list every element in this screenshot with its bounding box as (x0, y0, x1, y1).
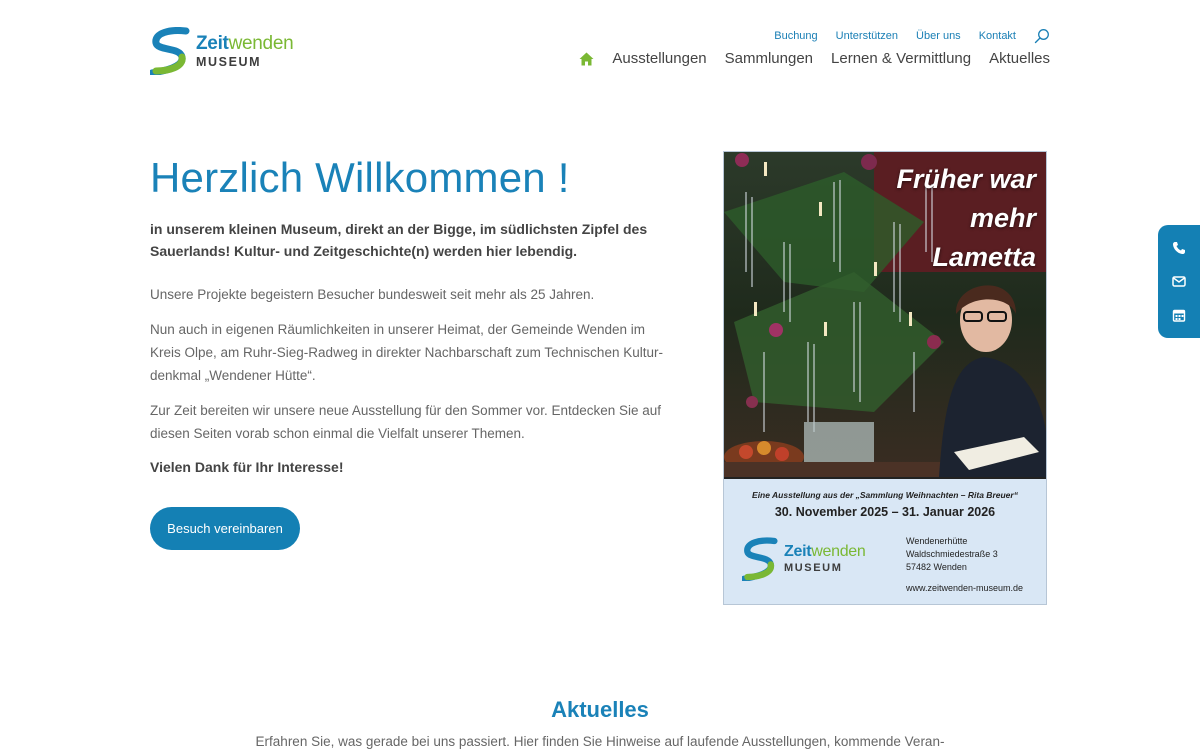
logo-word-part2: wenden (228, 32, 294, 54)
poster-address: Wendenerhütte Waldschmiedestraße 3 57482… (906, 535, 998, 574)
intro-paragraph-1: Unsere Projekte begeistern Besucher bund… (150, 287, 595, 302)
topbar-link-buchung[interactable]: Buchung (774, 30, 817, 42)
utility-nav: Buchung Unterstützen Über uns Kontakt (774, 28, 1050, 44)
poster-info-panel: Eine Ausstellung aus der „Sammlung Weihn… (724, 477, 1046, 604)
mail-icon[interactable] (1172, 274, 1186, 288)
topbar-link-ueber-uns[interactable]: Über uns (916, 30, 961, 42)
poster-dates: 30. November 2025 – 31. Januar 2026 (774, 505, 996, 519)
logo-subtitle: MUSEUM (196, 54, 262, 69)
phone-icon[interactable] (1172, 241, 1186, 255)
poster-logo-word-part1: Zeit (784, 543, 812, 560)
intro-paragraph-3: Zur Zeit bereiten wir unsere neue Ausste… (150, 403, 662, 441)
search-icon[interactable] (1034, 28, 1050, 44)
logo-word-part1: Zeit (196, 32, 229, 54)
floating-contact-bar (1158, 225, 1200, 338)
nav-item-aktuelles[interactable]: Aktuelles (989, 50, 1050, 67)
poster-logo-swoosh-icon (742, 537, 778, 581)
poster-subtitle: Eine Ausstellung aus der „Sammlung Weihn… (752, 490, 1018, 500)
home-icon[interactable] (579, 52, 594, 66)
topbar-link-unterstuetzen[interactable]: Unterstützen (836, 30, 898, 42)
main-nav: Ausstellungen Sammlungen Lernen & Vermit… (579, 50, 1050, 67)
poster-address-line-1: Wendenerhütte (906, 536, 968, 546)
nav-item-lernen-vermittlung[interactable]: Lernen & Vermittlung (831, 50, 971, 67)
poster-url: www.zeitwenden-museum.de (906, 583, 1024, 593)
thanks-text: Vielen Dank für Ihr Interesse! (150, 459, 344, 475)
section-title-aktuelles: Aktuelles (551, 697, 649, 722)
intro-paragraph-2: Nun auch in eigenen Räumlichkeiten in un… (150, 322, 663, 383)
exhibition-poster[interactable]: Früher war mehr Lametta Eine Ausstellung… (723, 151, 1047, 605)
poster-address-line-3: 57482 Wenden (906, 562, 967, 572)
section-intro-text: Erfahren Sie, was gerade bei uns passier… (255, 734, 945, 749)
book-visit-button[interactable]: Besuch vereinbaren (150, 507, 300, 550)
poster-logo-word-part2: wenden (811, 543, 866, 560)
poster-logo: Zeitwenden MUSEUM (742, 537, 866, 581)
logo-swoosh-icon (150, 27, 190, 75)
site-logo[interactable]: Zeitwenden MUSEUM (150, 26, 310, 76)
nav-item-ausstellungen[interactable]: Ausstellungen (612, 50, 706, 67)
topbar-link-kontakt[interactable]: Kontakt (979, 30, 1016, 42)
calendar-icon[interactable] (1172, 308, 1186, 322)
hero-lead-text: in unserem kleinen Museum, direkt an der… (150, 221, 648, 259)
poster-logo-subtitle: MUSEUM (784, 562, 843, 574)
nav-item-sammlungen[interactable]: Sammlungen (725, 50, 813, 67)
page-title: Herzlich Willkommen ! (150, 154, 570, 201)
poster-heading-line-1: Früher war (896, 164, 1036, 194)
poster-heading-line-3: Lametta (932, 242, 1036, 272)
poster-address-line-2: Waldschmiedestraße 3 (906, 549, 998, 559)
poster-heading-line-2: mehr (969, 203, 1036, 233)
poster-heading: Früher war mehr Lametta (896, 160, 1036, 277)
